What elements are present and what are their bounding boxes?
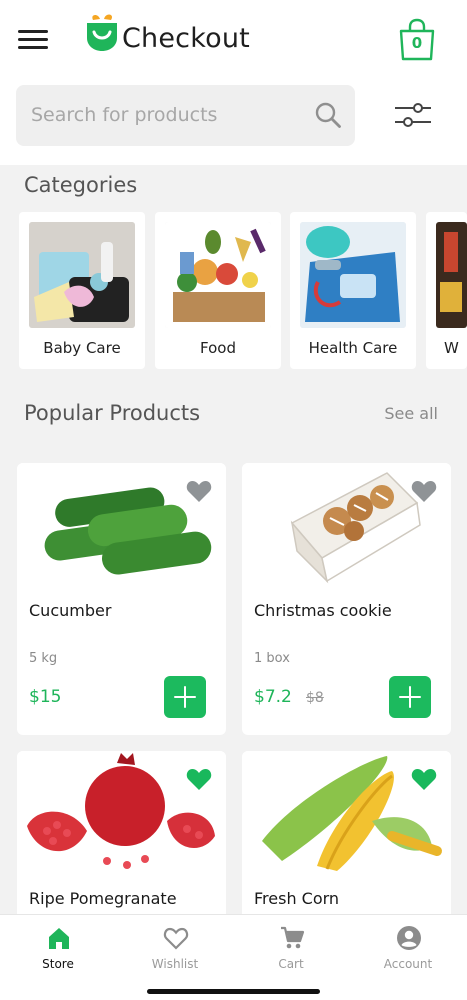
popular-products-title: Popular Products (24, 401, 201, 425)
tab-wishlist[interactable]: Wishlist (117, 915, 233, 985)
tab-label: Account (383, 957, 433, 971)
product-old-price: $8 (306, 690, 324, 706)
cart-button[interactable]: 0 (396, 18, 438, 62)
heart-icon[interactable] (186, 767, 212, 791)
home-icon (49, 928, 69, 949)
add-to-cart-button[interactable] (164, 676, 206, 718)
product-unit: 5 kg (29, 651, 58, 666)
baby-care-image (29, 222, 135, 328)
product-name: Christmas cookie (254, 601, 392, 620)
bottom-tab-bar: Store Wishlist Cart Account (0, 914, 467, 1000)
menu-button[interactable] (18, 27, 48, 51)
search-bar[interactable] (16, 85, 355, 146)
cart-icon (281, 926, 305, 949)
category-label: Health Care (308, 339, 398, 357)
search-icon[interactable] (314, 101, 342, 129)
menu-line (18, 30, 48, 33)
product-unit: 1 box (254, 651, 290, 666)
cart-count-badge: 0 (411, 34, 423, 52)
category-card-baby-care[interactable]: Baby Care (19, 212, 145, 369)
categories-title: Categories (24, 173, 138, 197)
tab-cart[interactable]: Cart (233, 915, 349, 985)
heart-outline-icon (163, 927, 189, 950)
food-image (165, 222, 271, 328)
category-card-partial[interactable]: W (426, 212, 467, 369)
heart-icon[interactable] (411, 479, 437, 503)
product-name: Ripe Pomegranate (29, 889, 177, 908)
add-to-cart-button[interactable] (389, 676, 431, 718)
tab-label: Store (42, 957, 74, 971)
see-all-link[interactable]: See all (384, 404, 438, 423)
heart-icon[interactable] (411, 767, 437, 791)
category-card-food[interactable]: Food (155, 212, 281, 369)
heart-icon[interactable] (186, 479, 212, 503)
product-price: $15 (29, 687, 62, 707)
category-card-health-care[interactable]: Health Care (290, 212, 416, 369)
basket-smile-logo (87, 14, 117, 51)
health-care-image (300, 222, 406, 328)
product-card-christmas-cookie[interactable]: Christmas cookie 1 box $7.2 $8 (242, 463, 451, 735)
category-label: Food (200, 339, 236, 357)
menu-line (18, 38, 48, 41)
tab-account[interactable]: Account (350, 915, 466, 985)
category-label: Baby Care (43, 339, 121, 357)
product-price: $7.2 (254, 687, 292, 707)
tab-label: Wishlist (151, 957, 199, 971)
menu-line (18, 46, 48, 49)
product-name: Cucumber (29, 601, 112, 620)
account-circle-icon (397, 926, 421, 950)
product-name: Fresh Corn (254, 889, 340, 908)
sliders-filter-icon[interactable] (393, 100, 433, 130)
home-indicator (147, 989, 320, 994)
category-label: W (444, 339, 459, 357)
brand-name: Checkout (122, 23, 250, 54)
product-card-cucumber[interactable]: Cucumber 5 kg $15 (17, 463, 226, 735)
search-input[interactable] (31, 100, 301, 130)
app-header: Checkout 0 (0, 0, 467, 165)
tab-label: Cart (278, 957, 304, 971)
tab-store[interactable]: Store (0, 915, 116, 985)
category-image-partial (436, 222, 467, 328)
